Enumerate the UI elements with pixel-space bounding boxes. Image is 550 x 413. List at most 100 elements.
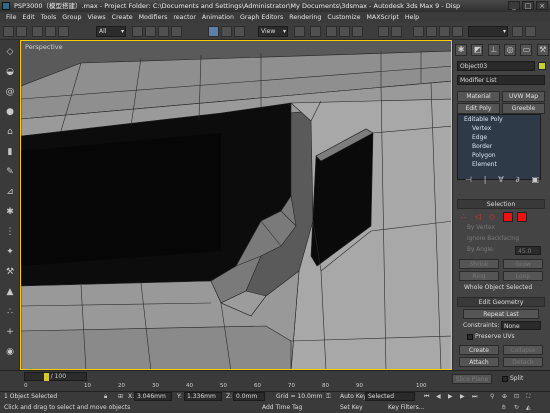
display-tab-icon[interactable]: ▭ bbox=[520, 44, 533, 56]
pin-stack-icon[interactable]: ⊣ bbox=[465, 175, 472, 187]
detach-button[interactable]: Detach bbox=[503, 357, 543, 367]
schematic-view-icon[interactable] bbox=[426, 26, 437, 37]
repeat-last-button[interactable]: Repeat Last bbox=[463, 309, 539, 319]
modifier-list-dropdown[interactable]: Modifier List bbox=[457, 75, 545, 85]
helper-icon[interactable]: + bbox=[4, 326, 16, 338]
stack-item-border[interactable]: Border bbox=[458, 142, 540, 151]
ignore-backfacing-option[interactable]: Ignore Backfacing bbox=[467, 236, 519, 242]
y-coordinate-field[interactable]: 1.336mm bbox=[184, 392, 222, 401]
menu-views[interactable]: Views bbox=[84, 12, 108, 23]
boolean-icon[interactable]: ◒ bbox=[4, 66, 16, 78]
close-button[interactable]: × bbox=[536, 1, 548, 10]
next-frame-icon[interactable]: ▶ bbox=[460, 393, 465, 400]
spiral-icon[interactable]: @ bbox=[4, 86, 16, 98]
hammer-icon[interactable]: ⚒ bbox=[4, 266, 16, 278]
preserve-uvs-checkbox[interactable] bbox=[467, 334, 473, 340]
maximize-viewport-icon[interactable]: ⛶ bbox=[526, 393, 530, 401]
go-to-end-icon[interactable]: ⏭ bbox=[472, 393, 477, 401]
greeble-button[interactable]: Greeble bbox=[502, 103, 545, 114]
material-editor-icon[interactable] bbox=[439, 26, 450, 37]
by-angle-option[interactable]: By Angle: bbox=[467, 247, 495, 253]
stack-item-vertex[interactable]: Vertex bbox=[458, 124, 540, 133]
edit-poly-button[interactable]: Edit Poly bbox=[457, 103, 500, 114]
selection-filter-dropdown[interactable]: All bbox=[96, 26, 126, 37]
auto-key-button[interactable]: Auto Key bbox=[340, 393, 367, 400]
minimize-button[interactable]: _ bbox=[508, 1, 520, 10]
configure-sets-icon[interactable]: ▣ bbox=[532, 175, 540, 187]
set-key-button[interactable]: Set Key bbox=[340, 404, 363, 411]
attach-button[interactable]: Attach bbox=[459, 357, 499, 367]
add-time-tag[interactable]: Add Time Tag bbox=[262, 404, 302, 411]
manipulate-icon[interactable] bbox=[310, 26, 321, 37]
reference-coordinate-dropdown[interactable]: View bbox=[258, 26, 288, 37]
absolute-mode-icon[interactable]: ⊞ bbox=[118, 393, 123, 400]
grow-button[interactable]: Grow bbox=[503, 259, 543, 269]
x-coordinate-field[interactable]: 3.046mm bbox=[134, 392, 172, 401]
menu-customize[interactable]: Customize bbox=[324, 12, 363, 23]
ring-button[interactable]: Ring bbox=[459, 271, 499, 281]
align-icon[interactable] bbox=[391, 26, 402, 37]
zoom-extents-icon[interactable]: ⊡ bbox=[514, 393, 519, 400]
edit-geometry-rollout-header[interactable]: Edit Geometry bbox=[457, 297, 545, 307]
polygon-level-icon[interactable] bbox=[503, 212, 513, 222]
percent-snap-icon[interactable] bbox=[352, 26, 363, 37]
modify-tab-icon[interactable]: ◩ bbox=[471, 44, 484, 56]
window-crossing-icon[interactable] bbox=[171, 26, 182, 37]
time-ruler[interactable]: 0 10 20 30 40 50 60 70 80 90 100 bbox=[24, 383, 436, 391]
render-setup-icon[interactable] bbox=[452, 26, 463, 37]
go-to-start-icon[interactable]: ⏮ bbox=[424, 393, 429, 401]
menu-create[interactable]: Create bbox=[109, 12, 136, 23]
select-and-move-icon[interactable] bbox=[208, 26, 219, 37]
redo-icon[interactable] bbox=[16, 26, 27, 37]
curve-editor-icon[interactable] bbox=[413, 26, 424, 37]
menu-group[interactable]: Group bbox=[59, 12, 84, 23]
field-of-view-icon[interactable]: ◭ bbox=[526, 404, 531, 411]
element-level-icon[interactable] bbox=[517, 212, 527, 222]
vertex-level-icon[interactable]: ∴ bbox=[461, 212, 471, 222]
object-color-swatch[interactable] bbox=[538, 62, 546, 70]
perspective-viewport[interactable]: Perspective bbox=[20, 40, 452, 370]
camera-icon[interactable]: ◉ bbox=[4, 346, 16, 358]
shrink-button[interactable]: Shrink bbox=[459, 259, 499, 269]
make-unique-icon[interactable]: ∀ bbox=[498, 175, 503, 187]
uvw-map-button[interactable]: UVW Map bbox=[502, 91, 545, 102]
rectangular-selection-icon[interactable] bbox=[158, 26, 169, 37]
poly-modeling-icon[interactable]: ◇ bbox=[4, 46, 16, 58]
named-selection-dropdown[interactable] bbox=[468, 26, 508, 37]
object-name-field[interactable]: Object03 bbox=[457, 61, 535, 71]
select-by-name-icon[interactable] bbox=[145, 26, 156, 37]
key-icon[interactable]: ⚿ bbox=[326, 393, 331, 401]
motion-tab-icon[interactable]: ◎ bbox=[504, 44, 517, 56]
menu-rendering[interactable]: Rendering bbox=[286, 12, 324, 23]
menu-maxscript[interactable]: MAXScript bbox=[363, 12, 401, 23]
render-last-icon[interactable] bbox=[525, 26, 536, 37]
loop-button[interactable]: Loop bbox=[503, 271, 543, 281]
zoom-all-icon[interactable]: ⊕ bbox=[502, 393, 507, 400]
create-button[interactable]: Create bbox=[459, 345, 499, 355]
selection-rollout-header[interactable]: Selection bbox=[457, 199, 545, 209]
play-icon[interactable]: ▶ bbox=[448, 393, 453, 400]
menu-reactor[interactable]: reactor bbox=[170, 12, 199, 23]
selected-dropdown[interactable]: Selected bbox=[365, 392, 415, 401]
zoom-icon[interactable]: ⚲ bbox=[490, 393, 494, 400]
hierarchy-tab-icon[interactable]: ⊥ bbox=[487, 44, 500, 56]
array-icon[interactable]: ⋮ bbox=[4, 226, 16, 238]
lock-icon[interactable]: 🔒︎ bbox=[104, 393, 107, 401]
material-button[interactable]: Material bbox=[457, 91, 500, 102]
key-filters-button[interactable]: Key Filters... bbox=[388, 404, 425, 411]
split-checkbox[interactable] bbox=[502, 376, 508, 382]
show-end-result-icon[interactable]: | bbox=[484, 175, 487, 187]
create-tab-icon[interactable]: ✱ bbox=[455, 44, 468, 56]
menu-edit[interactable]: Edit bbox=[20, 12, 38, 23]
time-slider-thumb[interactable] bbox=[44, 373, 49, 381]
particle-icon[interactable]: ∴ bbox=[4, 306, 16, 318]
remove-modifier-icon[interactable]: ∂ bbox=[516, 175, 520, 187]
border-level-icon[interactable]: ◇ bbox=[489, 212, 499, 222]
unlink-icon[interactable] bbox=[45, 26, 56, 37]
cylinder-icon[interactable]: ▮ bbox=[4, 146, 16, 158]
menu-animation[interactable]: Animation bbox=[199, 12, 237, 23]
select-and-scale-icon[interactable] bbox=[234, 26, 245, 37]
time-slider[interactable]: 0 / 100 bbox=[24, 372, 87, 381]
sphere-icon[interactable]: ● bbox=[4, 106, 16, 118]
menu-graph-editors[interactable]: Graph Editors bbox=[237, 12, 286, 23]
